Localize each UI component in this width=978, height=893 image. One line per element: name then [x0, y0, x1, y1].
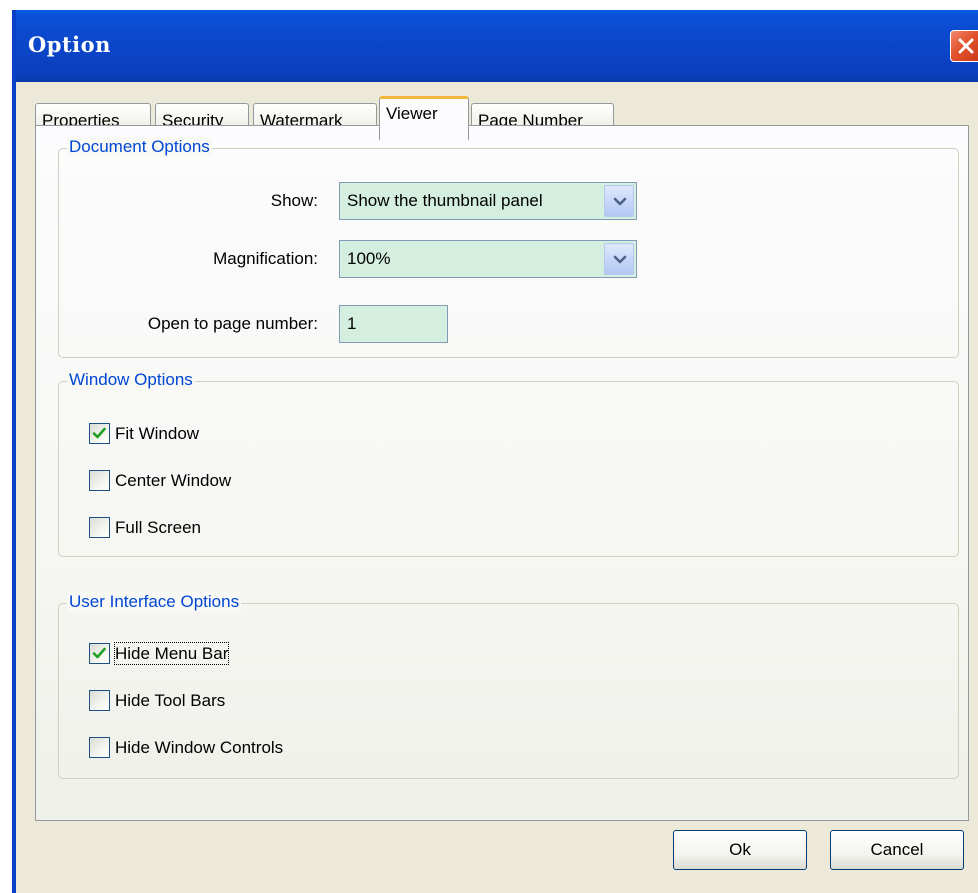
group-title: Window Options	[67, 370, 195, 390]
tab-viewer[interactable]: Viewer	[379, 96, 469, 140]
dialog-title: Option	[28, 32, 111, 57]
checkbox-box[interactable]	[89, 423, 110, 444]
check-icon	[92, 647, 106, 659]
tab-label: Viewer	[386, 104, 438, 123]
chevron-down-icon	[613, 255, 627, 264]
checkbox-label: Center Window	[115, 471, 232, 490]
magnification-dropdown[interactable]: 100%	[339, 240, 637, 278]
show-label: Show:	[270, 191, 318, 210]
checkbox-box[interactable]	[89, 517, 110, 538]
page-number-label: Open to page number:	[147, 314, 318, 333]
dropdown-button[interactable]	[604, 243, 634, 275]
checkbox-box[interactable]	[89, 737, 110, 758]
show-value: Show the thumbnail panel	[347, 191, 543, 210]
checkbox-label: Hide Menu Bar	[113, 642, 230, 665]
page-number-input[interactable]: 1	[339, 305, 448, 343]
title-bar[interactable]: Option	[16, 10, 978, 82]
cancel-button[interactable]: Cancel	[830, 830, 964, 870]
checkbox-label: Full Screen	[115, 518, 201, 537]
close-icon	[958, 38, 974, 54]
magnification-label: Magnification:	[213, 249, 318, 268]
check-icon	[92, 427, 106, 439]
checkbox-label: Hide Tool Bars	[115, 691, 226, 710]
magnification-value: 100%	[347, 249, 391, 268]
chevron-down-icon	[613, 197, 627, 206]
close-button[interactable]	[950, 30, 978, 62]
page-number-value: 1	[347, 314, 357, 333]
option-dialog: Option Properties Security Watermark Vie…	[12, 10, 978, 893]
group-title: Document Options	[67, 137, 212, 157]
ok-button[interactable]: Ok	[673, 830, 807, 870]
checkbox-box[interactable]	[89, 690, 110, 711]
dropdown-button[interactable]	[604, 185, 634, 217]
checkbox-label: Fit Window	[115, 424, 200, 443]
checkbox-label: Hide Window Controls	[115, 738, 284, 757]
group-title: User Interface Options	[67, 592, 242, 612]
checkbox-box[interactable]	[89, 470, 110, 491]
show-dropdown[interactable]: Show the thumbnail panel	[339, 182, 637, 220]
checkbox-box[interactable]	[89, 643, 110, 664]
